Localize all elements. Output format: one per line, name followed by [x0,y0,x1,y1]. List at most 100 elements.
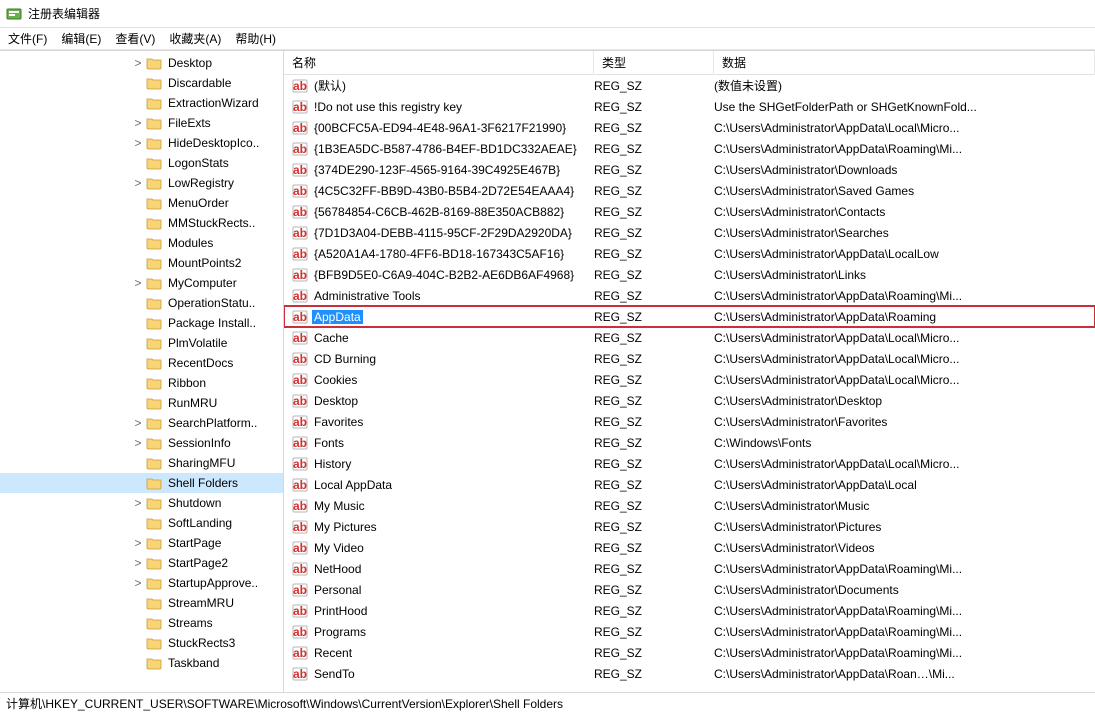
string-value-icon: ab [292,540,308,556]
value-type: REG_SZ [594,352,714,366]
svg-text:ab: ab [293,436,307,450]
col-type-header[interactable]: 类型 [594,51,714,75]
menu-favorites[interactable]: 收藏夹(A) [163,28,227,49]
tree-item[interactable]: OperationStatu.. [0,293,283,313]
value-row[interactable]: abFontsREG_SZC:\Windows\Fonts [284,432,1095,453]
tree-item[interactable]: Package Install.. [0,313,283,333]
tree-item[interactable]: RecentDocs [0,353,283,373]
tree-item[interactable]: >LowRegistry [0,173,283,193]
value-row[interactable]: ab!Do not use this registry keyREG_SZUse… [284,96,1095,117]
folder-icon [146,255,162,271]
menu-edit[interactable]: 编辑(E) [55,28,107,49]
tree-item[interactable]: PlmVolatile [0,333,283,353]
value-type: REG_SZ [594,478,714,492]
tree-item[interactable]: SharingMFU [0,453,283,473]
value-row[interactable]: abPrintHoodREG_SZC:\Users\Administrator\… [284,600,1095,621]
tree-item[interactable]: MMStuckRects.. [0,213,283,233]
column-header: 名称 类型 数据 [284,51,1095,75]
value-row[interactable]: ab{1B3EA5DC-B587-4786-B4EF-BD1DC332AEAE}… [284,138,1095,159]
tree-item[interactable]: >SearchPlatform.. [0,413,283,433]
value-row[interactable]: ab(默认)REG_SZ(数值未设置) [284,75,1095,96]
menu-file[interactable]: 文件(F) [2,28,53,49]
tree-item[interactable]: MountPoints2 [0,253,283,273]
expand-toggle[interactable]: > [130,136,146,150]
menu-view[interactable]: 查看(V) [109,28,161,49]
expand-toggle[interactable]: > [130,56,146,70]
tree-label: RunMRU [166,396,219,410]
tree-item[interactable]: SoftLanding [0,513,283,533]
value-row[interactable]: ab{BFB9D5E0-C6A9-404C-B2B2-AE6DB6AF4968}… [284,264,1095,285]
expand-toggle[interactable]: > [130,536,146,550]
value-row[interactable]: abMy MusicREG_SZC:\Users\Administrator\M… [284,495,1095,516]
svg-text:ab: ab [293,79,307,93]
col-data-header[interactable]: 数据 [714,51,1095,75]
tree-item[interactable]: >SessionInfo [0,433,283,453]
tree-item[interactable]: >StartPage [0,533,283,553]
menu-help[interactable]: 帮助(H) [229,28,282,49]
tree-label: SharingMFU [166,456,237,470]
tree-item[interactable]: Taskband [0,653,283,673]
tree-item[interactable]: >StartupApprove.. [0,573,283,593]
value-data: C:\Users\Administrator\AppData\Local\Mic… [714,121,1095,135]
value-row[interactable]: abSendToREG_SZC:\Users\Administrator\App… [284,663,1095,684]
value-row[interactable]: ab{00BCFC5A-ED94-4E48-96A1-3F6217F21990}… [284,117,1095,138]
value-row[interactable]: abDesktopREG_SZC:\Users\Administrator\De… [284,390,1095,411]
tree-item[interactable]: ExtractionWizard [0,93,283,113]
tree-item[interactable]: Modules [0,233,283,253]
tree-item[interactable]: >StartPage2 [0,553,283,573]
value-row[interactable]: abMy VideoREG_SZC:\Users\Administrator\V… [284,537,1095,558]
expand-toggle[interactable]: > [130,496,146,510]
folder-icon [146,575,162,591]
tree-item[interactable]: LogonStats [0,153,283,173]
tree-item[interactable]: >Desktop [0,53,283,73]
expand-toggle[interactable]: > [130,176,146,190]
value-row[interactable]: abMy PicturesREG_SZC:\Users\Administrato… [284,516,1095,537]
expand-toggle[interactable]: > [130,116,146,130]
tree-item[interactable]: RunMRU [0,393,283,413]
value-row[interactable]: abLocal AppDataREG_SZC:\Users\Administra… [284,474,1095,495]
value-row[interactable]: abCacheREG_SZC:\Users\Administrator\AppD… [284,327,1095,348]
svg-text:ab: ab [293,310,307,324]
value-row[interactable]: abAppDataREG_SZC:\Users\Administrator\Ap… [284,306,1095,327]
value-row[interactable]: abNetHoodREG_SZC:\Users\Administrator\Ap… [284,558,1095,579]
tree-item[interactable]: Streams [0,613,283,633]
expand-toggle[interactable]: > [130,436,146,450]
tree-item[interactable]: Shell Folders [0,473,283,493]
value-data: Use the SHGetFolderPath or SHGetKnownFol… [714,100,1095,114]
value-row[interactable]: abCD BurningREG_SZC:\Users\Administrator… [284,348,1095,369]
value-row[interactable]: abCookiesREG_SZC:\Users\Administrator\Ap… [284,369,1095,390]
tree-item[interactable]: StreamMRU [0,593,283,613]
string-value-icon: ab [292,666,308,682]
string-value-icon: ab [292,120,308,136]
value-row[interactable]: abRecentREG_SZC:\Users\Administrator\App… [284,642,1095,663]
value-row[interactable]: abFavoritesREG_SZC:\Users\Administrator\… [284,411,1095,432]
value-row[interactable]: abHistoryREG_SZC:\Users\Administrator\Ap… [284,453,1095,474]
tree-label: StreamMRU [166,596,236,610]
tree-item[interactable]: >HideDesktopIco.. [0,133,283,153]
value-rows[interactable]: ab(默认)REG_SZ(数值未设置)ab!Do not use this re… [284,75,1095,692]
tree-item[interactable]: >FileExts [0,113,283,133]
folder-icon [146,75,162,91]
expand-toggle[interactable]: > [130,276,146,290]
tree-item[interactable]: >Shutdown [0,493,283,513]
string-value-icon: ab [292,78,308,94]
value-row[interactable]: ab{7D1D3A04-DEBB-4115-95CF-2F29DA2920DA}… [284,222,1095,243]
col-name-header[interactable]: 名称 [284,51,594,75]
tree-item[interactable]: >MyComputer [0,273,283,293]
tree-item[interactable]: Ribbon [0,373,283,393]
expand-toggle[interactable]: > [130,556,146,570]
tree-item[interactable]: Discardable [0,73,283,93]
expand-toggle[interactable]: > [130,576,146,590]
value-row[interactable]: abAdministrative ToolsREG_SZC:\Users\Adm… [284,285,1095,306]
value-row[interactable]: abProgramsREG_SZC:\Users\Administrator\A… [284,621,1095,642]
key-tree[interactable]: >DesktopDiscardableExtractionWizard>File… [0,51,284,692]
expand-toggle[interactable]: > [130,416,146,430]
value-row[interactable]: ab{4C5C32FF-BB9D-43B0-B5B4-2D72E54EAAA4}… [284,180,1095,201]
value-row[interactable]: abPersonalREG_SZC:\Users\Administrator\D… [284,579,1095,600]
value-data: C:\Users\Administrator\AppData\LocalLow [714,247,1095,261]
tree-item[interactable]: StuckRects3 [0,633,283,653]
value-row[interactable]: ab{A520A1A4-1780-4FF6-BD18-167343C5AF16}… [284,243,1095,264]
value-row[interactable]: ab{374DE290-123F-4565-9164-39C4925E467B}… [284,159,1095,180]
value-row[interactable]: ab{56784854-C6CB-462B-8169-88E350ACB882}… [284,201,1095,222]
tree-item[interactable]: MenuOrder [0,193,283,213]
